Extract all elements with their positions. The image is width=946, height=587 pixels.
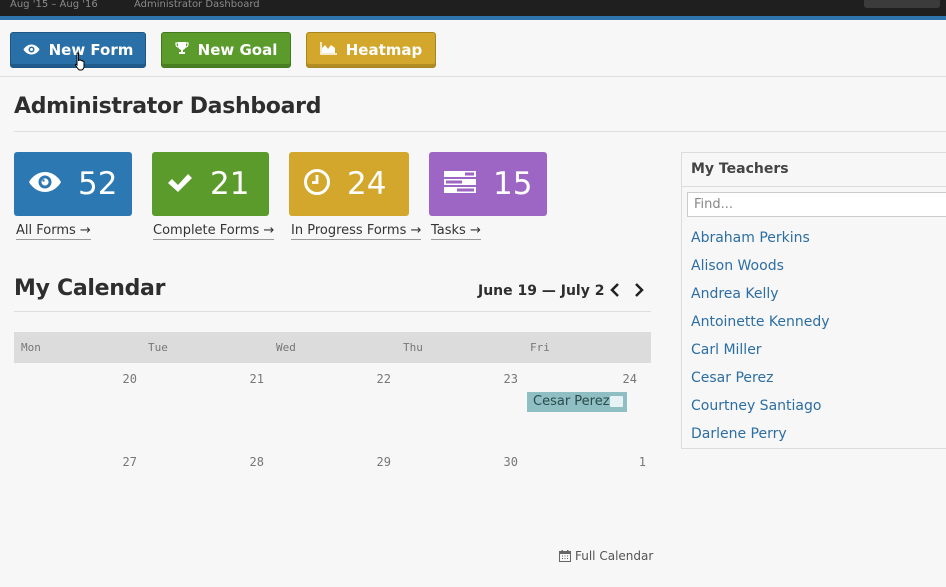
hand-cursor-icon	[74, 52, 85, 71]
teacher-link[interactable]: Andrea Kelly	[691, 286, 779, 302]
period-label[interactable]: Aug '15 – Aug '16	[10, 0, 98, 10]
teacher-link[interactable]: Carl Miller	[691, 342, 762, 358]
in-progress-forms-count: 24	[347, 166, 387, 202]
dow-mon: Mon	[21, 341, 41, 354]
calendar-icon	[559, 550, 571, 562]
dow-wed: Wed	[276, 341, 296, 354]
calendar-day[interactable]: 29	[361, 455, 391, 469]
accent-bar	[0, 16, 946, 20]
calendar-range: June 19 — July 2	[478, 283, 605, 299]
calendar-day[interactable]: 28	[234, 455, 264, 469]
check-icon	[166, 171, 194, 197]
trophy-icon	[175, 41, 189, 59]
teacher-link[interactable]: Cesar Perez	[691, 370, 773, 386]
dow-tue: Tue	[148, 341, 168, 354]
calendar-next-button[interactable]	[632, 280, 646, 300]
account-menu-button[interactable]	[864, 0, 940, 8]
all-forms-tile[interactable]: 52	[14, 152, 132, 216]
calendar-day[interactable]: 23	[488, 372, 518, 386]
new-goal-button[interactable]: New Goal	[161, 32, 291, 68]
calendar-day[interactable]: 1	[616, 455, 646, 469]
toolbar-divider	[0, 76, 946, 77]
all-forms-count: 52	[78, 166, 118, 202]
in-progress-forms-link[interactable]: In Progress Forms →	[291, 223, 422, 240]
teacher-link[interactable]: Darlene Perry	[691, 426, 787, 442]
heatmap-label: Heatmap	[345, 41, 423, 59]
tasks-link[interactable]: Tasks →	[431, 223, 481, 240]
panel-divider	[682, 186, 946, 187]
tasks-tile[interactable]: 15	[429, 152, 547, 216]
teacher-search-input[interactable]	[687, 192, 946, 217]
context-label[interactable]: Administrator Dashboard	[134, 0, 260, 10]
full-calendar-label: Full Calendar	[575, 549, 654, 563]
calendar-prev-button[interactable]	[608, 280, 622, 300]
new-form-label: New Form	[48, 41, 134, 59]
eye-icon	[23, 41, 40, 59]
calendar-day[interactable]: 22	[361, 372, 391, 386]
teacher-link[interactable]: Antoinette Kennedy	[691, 314, 830, 330]
calendar-title: My Calendar	[14, 276, 166, 301]
eye-icon	[28, 171, 62, 197]
tasks-count: 15	[493, 166, 533, 202]
dow-thu: Thu	[403, 341, 423, 354]
complete-forms-link[interactable]: Complete Forms →	[153, 223, 275, 240]
calendar-day[interactable]: 30	[488, 455, 518, 469]
calendar-event-label: Cesar Perez	[533, 394, 610, 409]
my-teachers-title: My Teachers	[691, 161, 789, 177]
new-goal-label: New Goal	[197, 41, 278, 59]
calendar-day[interactable]: 21	[234, 372, 264, 386]
teacher-link[interactable]: Abraham Perkins	[691, 230, 810, 246]
my-teachers-panel: My Teachers Abraham Perkins Alison Woods…	[681, 152, 946, 449]
calendar-divider	[14, 311, 651, 312]
calendar-day[interactable]: 27	[107, 455, 137, 469]
calendar-day[interactable]: 24	[607, 372, 637, 386]
area-chart-icon	[319, 41, 337, 59]
chevron-right-icon	[635, 283, 644, 297]
all-forms-link[interactable]: All Forms →	[16, 223, 91, 240]
complete-forms-tile[interactable]: 21	[152, 152, 269, 216]
calendar-event[interactable]: Cesar Perez	[527, 392, 627, 412]
tasks-icon	[443, 170, 477, 198]
calendar-week-header: Mon Tue Wed Thu Fri	[14, 332, 651, 363]
event-checkbox-icon	[610, 396, 623, 407]
complete-forms-count: 21	[210, 166, 250, 202]
in-progress-forms-tile[interactable]: 24	[289, 152, 409, 216]
top-bar: Aug '15 – Aug '16 Administrator Dashboar…	[0, 0, 946, 16]
teacher-link[interactable]: Courtney Santiago	[691, 398, 821, 414]
clock-icon	[303, 168, 331, 200]
page-title: Administrator Dashboard	[14, 94, 322, 119]
full-calendar-link[interactable]: Full Calendar	[559, 549, 653, 563]
heatmap-button[interactable]: Heatmap	[306, 32, 436, 68]
chevron-left-icon	[610, 283, 619, 297]
teacher-link[interactable]: Alison Woods	[691, 258, 784, 274]
dow-fri: Fri	[530, 341, 550, 354]
title-divider	[14, 131, 946, 132]
calendar-day[interactable]: 20	[107, 372, 137, 386]
